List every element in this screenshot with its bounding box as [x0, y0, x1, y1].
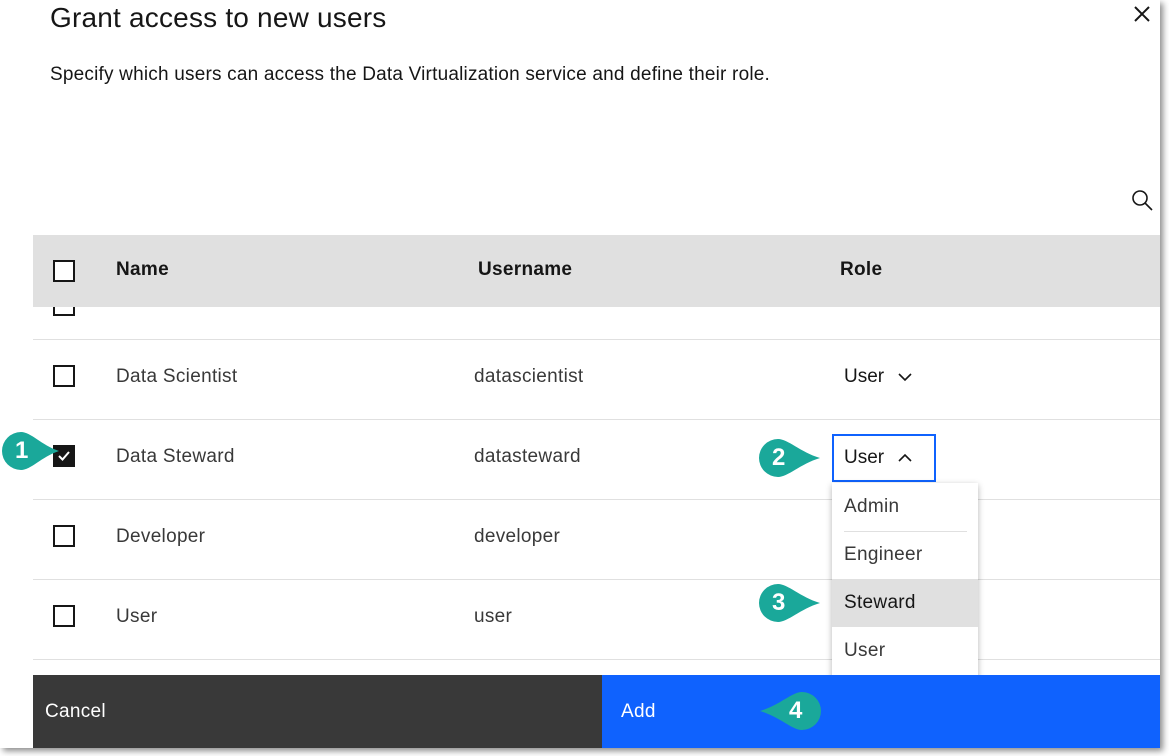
- cancel-button-label: Cancel: [45, 701, 106, 722]
- row-username: user: [474, 606, 513, 627]
- column-header-username: Username: [478, 259, 573, 280]
- table-row: Data Scientist datascientist User: [33, 340, 1160, 420]
- menu-item-engineer[interactable]: Engineer: [832, 531, 978, 579]
- role-menu: Admin Engineer Steward User: [832, 483, 978, 683]
- menu-item-admin[interactable]: Admin: [832, 483, 978, 531]
- row-username: datascientist: [474, 366, 584, 387]
- table-row: User user: [33, 580, 1160, 660]
- row-name: Developer: [116, 526, 206, 547]
- role-dropdown[interactable]: User: [844, 366, 912, 388]
- row-username: datasteward: [474, 446, 581, 467]
- menu-item-user[interactable]: User: [832, 627, 978, 675]
- modal-subtitle: Specify which users can access the Data …: [50, 64, 771, 85]
- row-checkbox[interactable]: [53, 525, 75, 547]
- table-row-partial: [33, 307, 1160, 340]
- row-checkbox[interactable]: [53, 605, 75, 627]
- row-name: User: [116, 606, 158, 627]
- column-header-name: Name: [116, 259, 169, 280]
- row-checkbox[interactable]: [53, 307, 75, 316]
- role-dropdown-value: User: [844, 447, 885, 468]
- row-username: developer: [474, 526, 561, 547]
- role-dropdown-value: User: [844, 366, 885, 387]
- callout-3: 3: [758, 583, 822, 628]
- table-row: Data Steward datasteward: [33, 420, 1160, 500]
- column-header-role: Role: [840, 259, 883, 280]
- callout-1: 1: [1, 431, 61, 476]
- menu-item-steward[interactable]: Steward: [832, 579, 978, 627]
- callout-2: 2: [758, 438, 822, 483]
- chevron-down-icon: [898, 373, 912, 382]
- search-icon[interactable]: [1128, 186, 1156, 214]
- select-all-checkbox[interactable]: [53, 260, 75, 282]
- callout-4: 4: [758, 691, 822, 736]
- row-name: Data Steward: [116, 446, 235, 467]
- table-row: Developer developer: [33, 500, 1160, 580]
- role-dropdown-open[interactable]: User: [832, 434, 936, 482]
- modal-title: Grant access to new users: [50, 2, 387, 33]
- row-name: Data Scientist: [116, 366, 238, 387]
- cancel-button[interactable]: Cancel: [33, 675, 602, 748]
- add-button[interactable]: Add: [602, 675, 1160, 748]
- chevron-up-icon: [898, 453, 912, 462]
- row-checkbox[interactable]: [53, 365, 75, 387]
- add-button-label: Add: [621, 701, 656, 722]
- close-icon[interactable]: [1128, 0, 1156, 28]
- table-header: Name Username Role: [33, 235, 1160, 307]
- grant-access-modal: Grant access to new users Specify which …: [0, 0, 1160, 748]
